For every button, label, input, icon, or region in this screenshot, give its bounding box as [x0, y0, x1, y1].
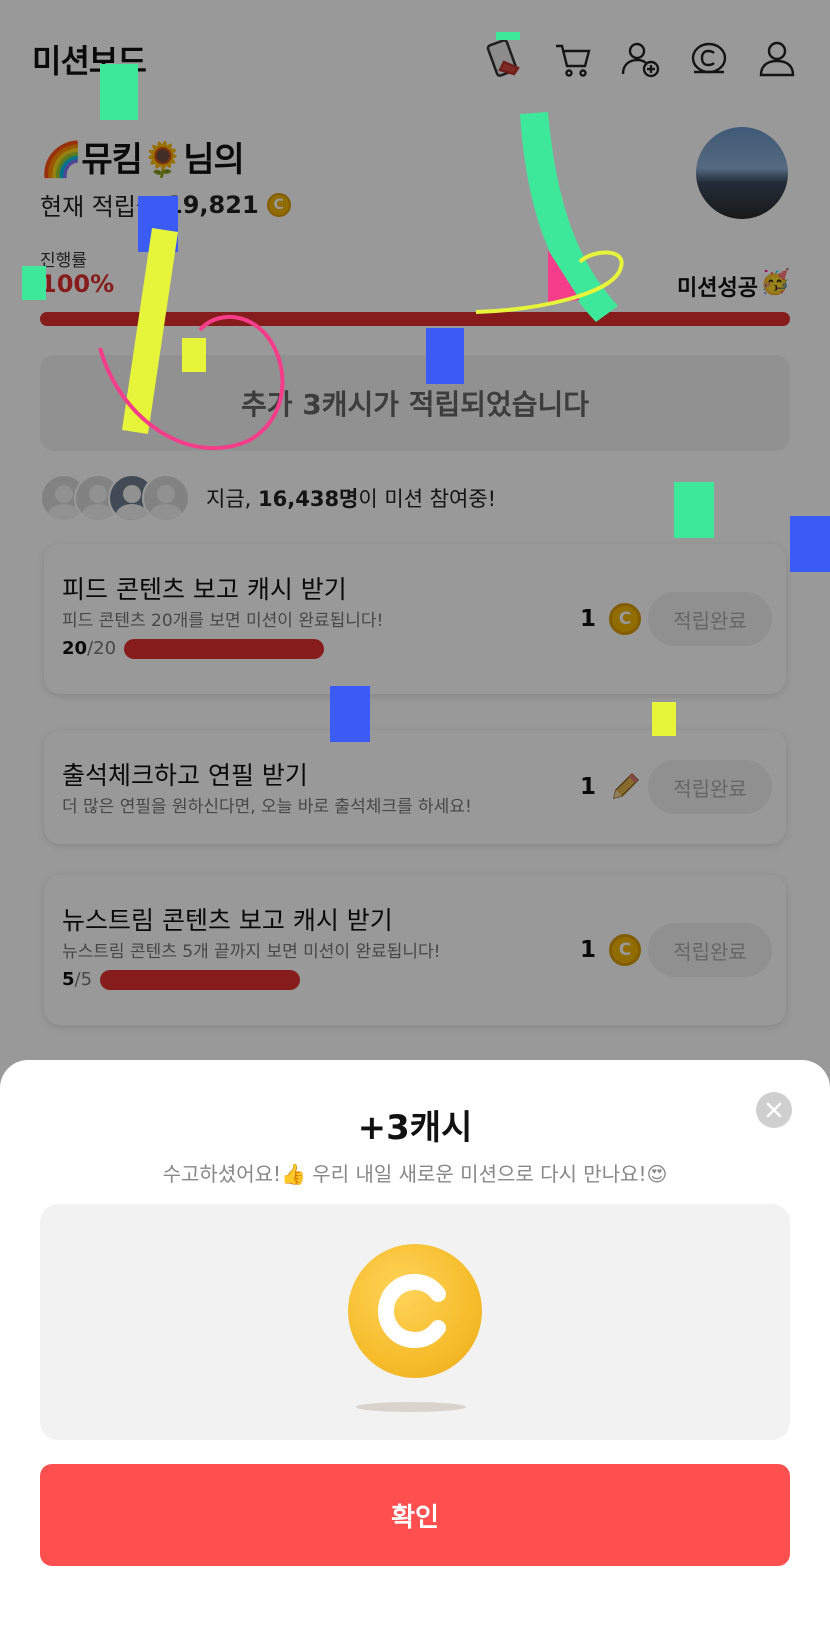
sheet-subtitle: 수고하셨어요!👍 우리 내일 새로운 미션으로 다시 만나요!😍 — [162, 1162, 668, 1186]
sheet-title: +3캐시 — [357, 1108, 473, 1148]
confirm-button[interactable]: 확인 — [40, 1464, 790, 1566]
reward-bottom-sheet: +3캐시 수고하셨어요!👍 우리 내일 새로운 미션으로 다시 만나요!😍 확인 — [0, 1060, 830, 1626]
cash-coin-icon — [348, 1244, 482, 1378]
coin-shadow — [356, 1402, 466, 1412]
coin-panel — [40, 1204, 790, 1440]
